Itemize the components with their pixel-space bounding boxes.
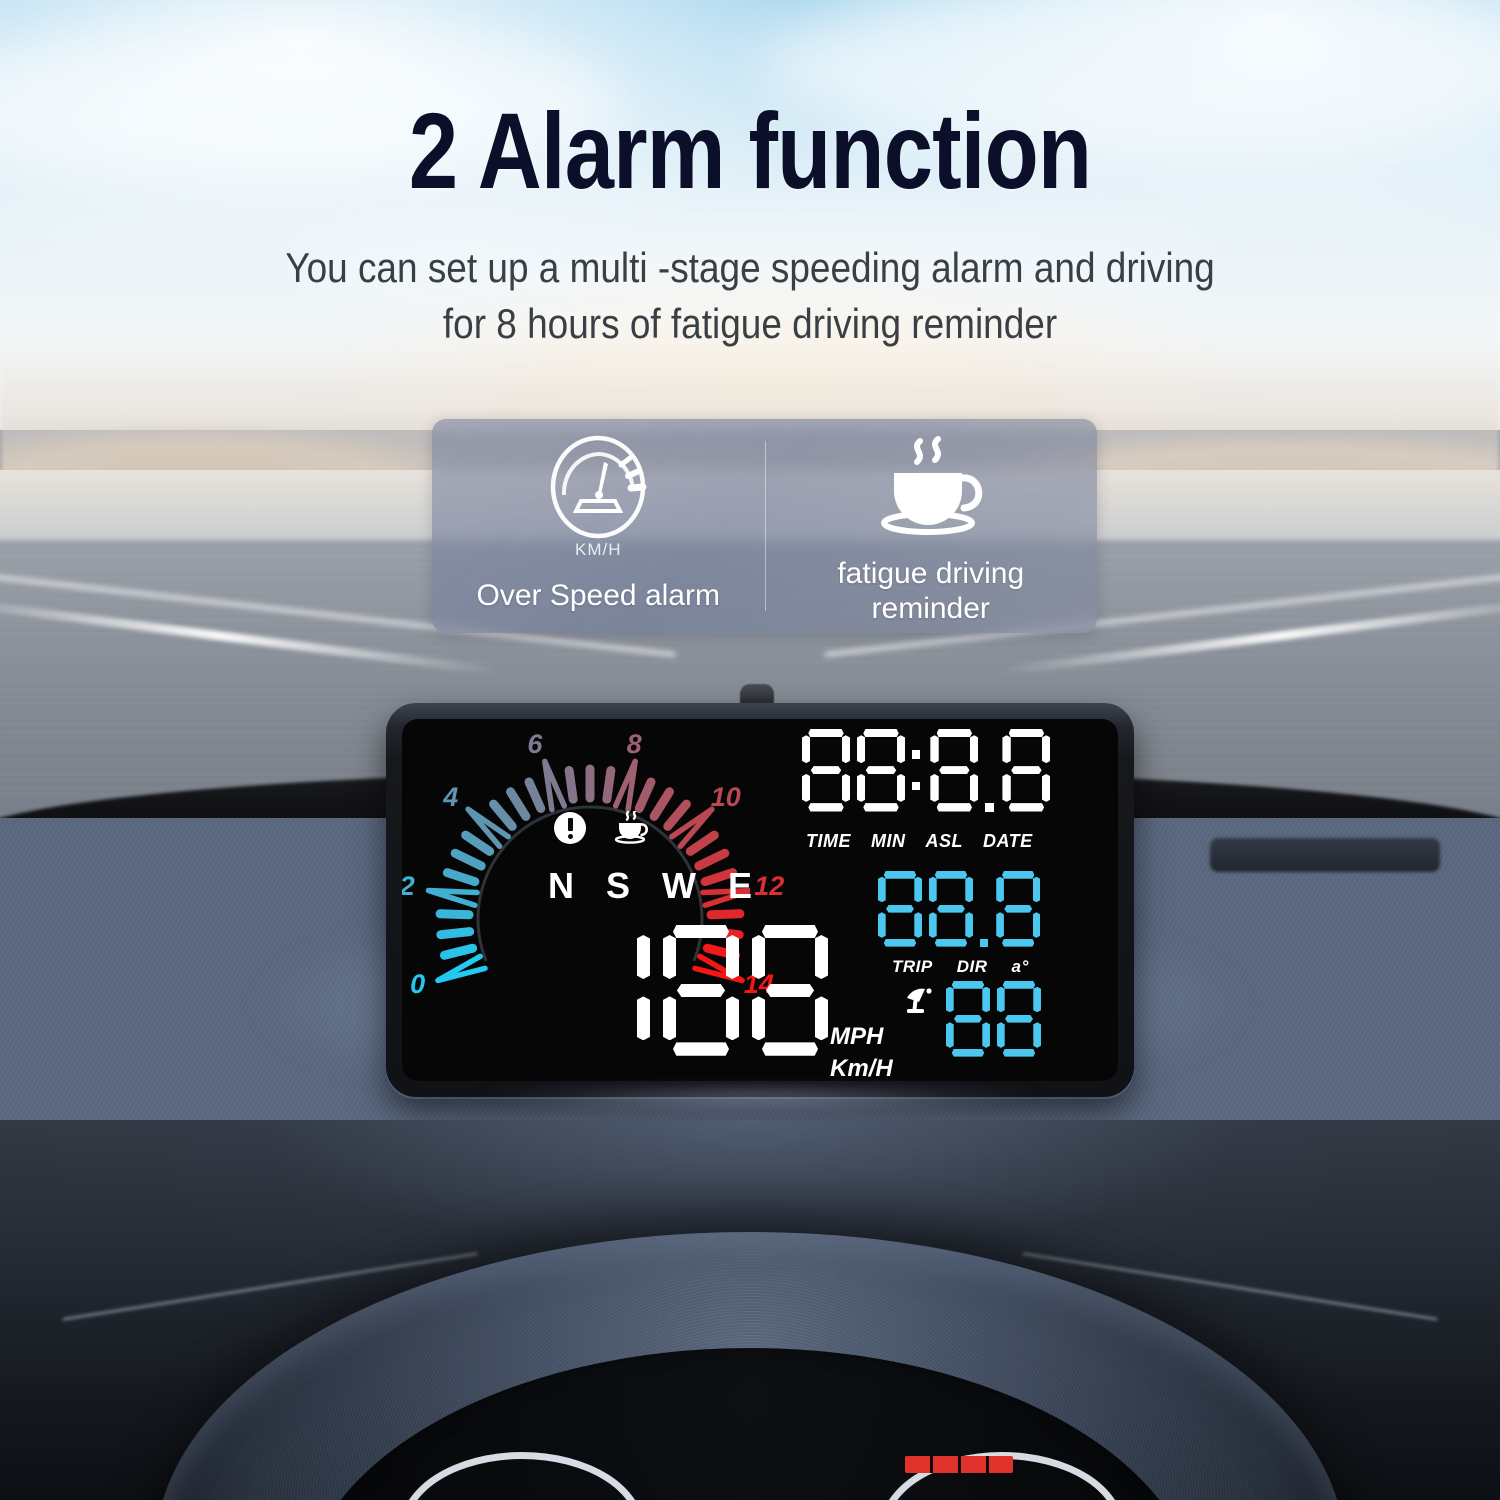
seven-segment-digit [752,925,828,1056]
compass-letter-n: N [548,865,576,906]
subtitle-line-1: You can set up a multi -stage speeding a… [285,244,1215,291]
rpm-minor-tick [439,943,478,960]
dashboard-vent [1210,838,1440,872]
rpm-minor-tick [685,830,719,856]
feature-fatigue-driving-reminder[interactable]: fatigue driving reminder [765,419,1098,633]
rpm-tick-label: 10 [710,781,741,812]
seven-segment-digit [930,729,979,812]
redline-tick [986,1456,989,1473]
product-banner: 2 Alarm function You can set up a multi … [0,0,1500,1500]
seven-segment-digit [996,871,1041,947]
top-display-value [802,729,1051,812]
page-subtitle: You can set up a multi -stage speeding a… [90,240,1410,353]
hud-screen: 02468101214 N S W E [402,719,1118,1081]
seven-segment-digit [802,729,850,812]
coffee-cup-icon [868,435,994,543]
feature-card: Over Speed alarm KM/H fatigue driving re… [432,419,1097,633]
segment-decimal-point [985,729,995,812]
rpm-minor-tick [663,799,691,831]
rpm-minor-tick [436,927,475,940]
page-title: 2 Alarm function [408,90,1092,211]
feature-label: fatigue driving reminder [837,557,1024,626]
feature-label: Over Speed alarm [476,579,720,612]
rpm-tick-label: 2 [402,871,415,902]
rpm-minor-tick [442,868,480,887]
rpm-tick-label: 8 [626,728,642,759]
rpm-minor-tick [489,799,517,831]
seven-segment-digit [946,981,990,1057]
redline-tick [958,1456,961,1473]
label-date: DATE [983,831,1033,851]
redline-tick [930,1456,933,1473]
rpm-minor-tick [524,777,546,813]
rpm-tick-label: 6 [527,728,543,759]
feature-over-speed-alarm[interactable]: Over Speed alarm KM/H [432,419,765,633]
compass-letters: N S W E [548,865,754,907]
label-min: MIN [871,831,906,851]
segment-decimal-point [980,871,989,947]
label-asl: ASL [925,831,963,851]
compass-letter-s: S [606,865,633,906]
hud-device: 02468101214 N S W E [386,703,1134,1097]
rpm-minor-tick [602,765,616,804]
speed-unit-kmh: Km/H [830,1054,893,1081]
feature-label-line-2: reminder [871,591,990,625]
rpm-minor-tick [564,765,578,804]
rpm-major-tick [612,758,638,813]
seven-segment-digit [574,925,650,1056]
speed-unit-mph: MPH [830,1023,884,1050]
rpm-minor-tick [649,787,674,821]
seven-segment-digit [929,871,973,947]
rpm-major-tick [425,887,480,909]
bottom-display-value [946,981,1041,1057]
speedometer-icon-unit: KM/H [575,540,622,559]
seven-segment-digit [1002,729,1051,812]
label-altitude: a° [1011,957,1029,976]
overspeed-warning-icon [554,812,586,844]
label-dir: DIR [956,957,988,976]
speed-units: MPH Km/H [830,1021,893,1081]
telltale-row [554,811,656,845]
rpm-major-tick [435,953,488,984]
mid-display-labels: TRIP DIR a° [892,957,1029,977]
segment-colon [912,729,923,812]
subtitle-line-2: for 8 hours of fatigue driving reminder [442,300,1058,348]
seven-segment-digit [997,981,1041,1057]
rpm-tick-label: 12 [754,870,785,901]
fatigue-coffee-icon [614,811,648,844]
rpm-tick-label: 4 [443,781,459,812]
rpm-minor-tick [450,848,486,871]
mid-display-value [878,871,1041,947]
compass-letter-w: W [662,865,698,906]
feature-label-line-1: fatigue driving [837,557,1025,590]
rpm-minor-tick [706,909,745,920]
rpm-minor-tick [506,787,531,821]
speedometer-icon [542,435,654,543]
speed-value [574,925,828,1056]
rpm-minor-tick [634,777,656,813]
rpm-tick-label: 0 [410,969,426,1000]
rpm-minor-tick [461,830,495,856]
label-time: TIME [806,831,851,851]
compass-letter-e: E [728,865,755,906]
top-display-labels: TIME MIN ASL DATE [806,831,1033,852]
seven-segment-digit [663,925,739,1056]
rpm-major-tick [542,758,568,813]
rpm-minor-tick [435,909,474,920]
seven-segment-digit [878,871,922,947]
seven-segment-digit [857,729,905,812]
satellite-dish-icon [907,988,932,1013]
label-trip: TRIP [892,957,933,976]
